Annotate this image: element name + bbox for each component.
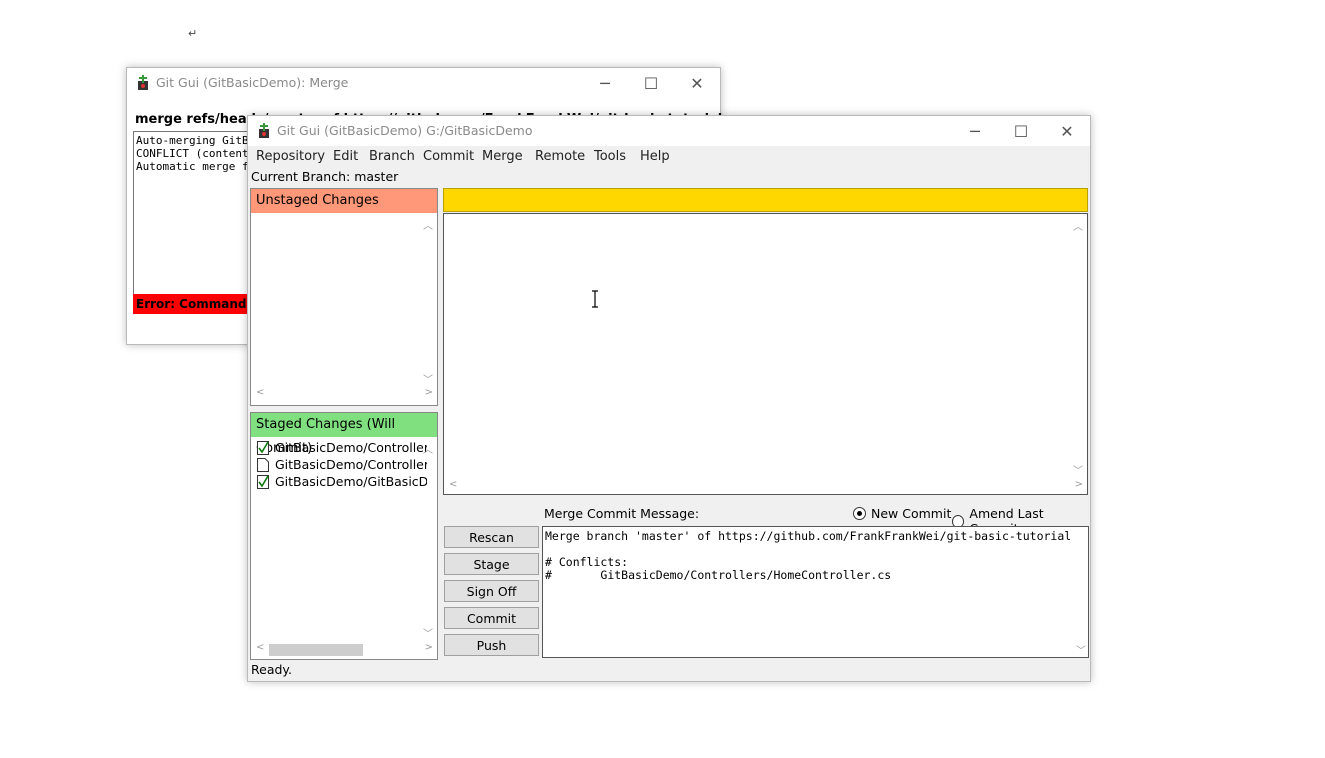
scroll-up-icon[interactable]: ︿: [1073, 218, 1083, 233]
unstaged-header: Unstaged Changes: [251, 189, 437, 213]
staged-file-row[interactable]: GitBasicDemo/Controllers/HomeController.…: [257, 439, 427, 456]
scroll-right-icon[interactable]: >: [1075, 479, 1083, 490]
merge-window-title: Git Gui (GitBasicDemo): Merge: [156, 75, 349, 90]
scroll-left-icon[interactable]: <: [449, 479, 457, 490]
scroll-up-icon[interactable]: ︿: [423, 217, 433, 232]
scroll-down-icon[interactable]: ﹀: [423, 625, 433, 640]
paragraph-mark: ↵: [188, 27, 198, 40]
menu-merge[interactable]: Merge: [482, 149, 523, 164]
status-bar: Ready.: [251, 662, 292, 677]
staged-file-row[interactable]: GitBasicDemo/Controllers/HomeController.…: [257, 456, 427, 473]
new-commit-label: New Commit: [871, 506, 952, 521]
staged-file-name: GitBasicDemo/Controllers/HomeController.…: [275, 457, 427, 472]
close-icon[interactable]: ✕: [674, 68, 720, 98]
menu-tools[interactable]: Tools: [594, 149, 626, 164]
horizontal-scrollbar-thumb[interactable]: [269, 644, 363, 656]
git-gui-window: Git Gui (GitBasicDemo) G:/GitBasicDemo ─…: [247, 115, 1091, 682]
minimize-icon[interactable]: ─: [582, 68, 628, 98]
menu-help[interactable]: Help: [640, 149, 670, 164]
push-button[interactable]: Push: [444, 634, 539, 656]
merge-window-titlebar[interactable]: Git Gui (GitBasicDemo): Merge ─ ☐ ✕: [127, 68, 720, 98]
scroll-right-icon[interactable]: >: [425, 642, 433, 653]
scroll-down-icon[interactable]: ﹀: [1076, 642, 1086, 657]
commit-message-input[interactable]: Merge branch 'master' of https://github.…: [542, 526, 1089, 658]
text-cursor-icon: [592, 290, 598, 308]
commit-button[interactable]: Commit: [444, 607, 539, 629]
diff-header-bar: [443, 188, 1088, 212]
staged-file-name: GitBasicDemo/GitBasicDemo.csproj: [275, 474, 427, 489]
scroll-right-icon[interactable]: >: [425, 387, 433, 398]
scroll-up-icon[interactable]: ︿: [423, 441, 433, 456]
staged-changes-pane[interactable]: Staged Changes (Will Commit) GitBasicDem…: [250, 412, 438, 660]
scroll-left-icon[interactable]: <: [256, 642, 264, 653]
unstaged-changes-pane[interactable]: Unstaged Changes ︿ ﹀ < >: [250, 188, 438, 406]
staged-file-row[interactable]: GitBasicDemo/GitBasicDemo.csproj: [257, 473, 427, 490]
git-app-icon: [259, 123, 269, 138]
scroll-left-icon[interactable]: <: [256, 387, 264, 398]
rescan-button[interactable]: Rescan: [444, 526, 539, 548]
menu-bar: Repository Edit Branch Commit Merge Remo…: [248, 146, 1090, 168]
commit-message-label: Merge Commit Message:: [544, 506, 700, 521]
check-file-icon: [257, 440, 269, 455]
git-app-icon: [138, 75, 148, 90]
new-commit-radio[interactable]: New Commit: [853, 506, 951, 521]
staged-header: Staged Changes (Will Commit): [251, 413, 437, 456]
maximize-icon[interactable]: ☐: [998, 116, 1044, 146]
diff-viewer[interactable]: ︿ ﹀ < >: [443, 213, 1088, 495]
scroll-down-icon[interactable]: ﹀: [1073, 462, 1083, 477]
blank-file-icon: [257, 457, 269, 472]
menu-commit[interactable]: Commit: [423, 149, 474, 164]
staged-file-name: GitBasicDemo/Controllers/HomeController.…: [275, 440, 427, 455]
maximize-icon[interactable]: ☐: [628, 68, 674, 98]
menu-remote[interactable]: Remote: [535, 149, 585, 164]
scroll-down-icon[interactable]: ﹀: [423, 371, 433, 386]
stage-changed-button[interactable]: Stage Changed: [444, 553, 539, 594]
check-file-icon: [257, 474, 269, 489]
main-window-title: Git Gui (GitBasicDemo) G:/GitBasicDemo: [277, 123, 533, 138]
radio-selected-icon: [853, 507, 866, 520]
minimize-icon[interactable]: ─: [952, 116, 998, 146]
sign-off-button[interactable]: Sign Off: [444, 580, 539, 602]
current-branch: Current Branch: master: [251, 169, 399, 184]
menu-edit[interactable]: Edit: [333, 149, 358, 164]
menu-branch[interactable]: Branch: [369, 149, 415, 164]
menu-repository[interactable]: Repository: [256, 149, 325, 164]
close-icon[interactable]: ✕: [1044, 116, 1090, 146]
main-window-titlebar[interactable]: Git Gui (GitBasicDemo) G:/GitBasicDemo ─…: [248, 116, 1090, 146]
